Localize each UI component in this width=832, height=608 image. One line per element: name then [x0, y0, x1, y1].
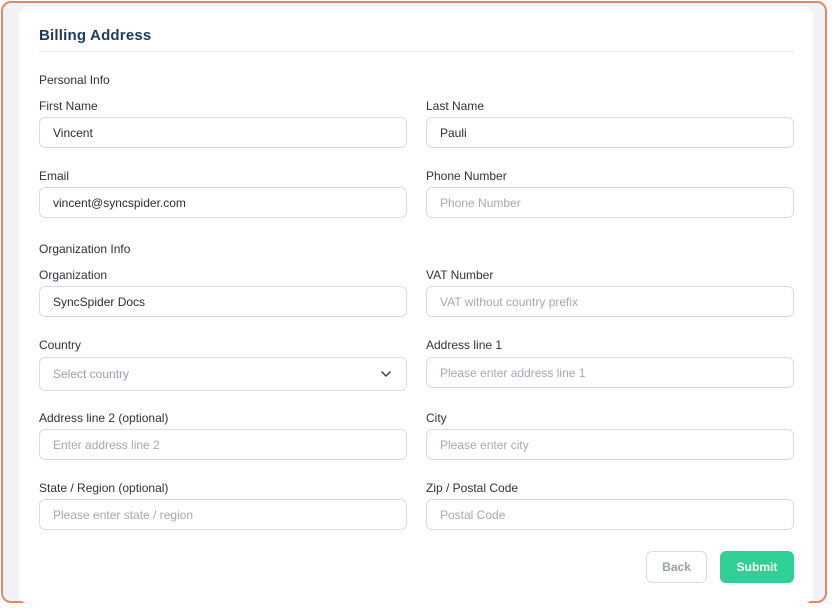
billing-address-card: Billing Address Personal Info First Name…: [19, 7, 813, 603]
page-title: Billing Address: [39, 27, 152, 44]
country-select[interactable]: Select country: [39, 357, 407, 391]
section-organization-info: Organization Info: [39, 242, 131, 256]
last-name-label: Last Name: [426, 99, 485, 113]
organization-label: Organization: [39, 268, 108, 282]
title-divider: [39, 51, 794, 52]
zip-postal-code-input[interactable]: [426, 499, 794, 530]
back-button[interactable]: Back: [646, 551, 707, 583]
organization-input[interactable]: [39, 286, 407, 317]
section-personal-info: Personal Info: [39, 73, 110, 87]
email-input[interactable]: [39, 187, 407, 218]
first-name-label: First Name: [39, 99, 98, 113]
vat-number-input[interactable]: [426, 286, 794, 317]
city-input[interactable]: [426, 429, 794, 460]
city-label: City: [426, 411, 447, 425]
submit-button[interactable]: Submit: [720, 551, 794, 583]
state-region-input[interactable]: [39, 499, 407, 530]
email-label: Email: [39, 169, 70, 183]
address-line-2-input[interactable]: [39, 429, 407, 460]
country-select-value: Select country: [53, 367, 130, 381]
country-label: Country: [39, 338, 82, 352]
address-line-1-label: Address line 1: [426, 338, 503, 352]
chevron-down-icon: [379, 367, 393, 381]
phone-number-input[interactable]: [426, 187, 794, 218]
state-region-label: State / Region (optional): [39, 481, 169, 495]
address-line-2-label: Address line 2 (optional): [39, 411, 169, 425]
vat-number-label: VAT Number: [426, 268, 494, 282]
phone-number-label: Phone Number: [426, 169, 507, 183]
address-line-1-input[interactable]: [426, 357, 794, 388]
zip-postal-code-label: Zip / Postal Code: [426, 481, 519, 495]
last-name-input[interactable]: [426, 117, 794, 148]
first-name-input[interactable]: [39, 117, 407, 148]
